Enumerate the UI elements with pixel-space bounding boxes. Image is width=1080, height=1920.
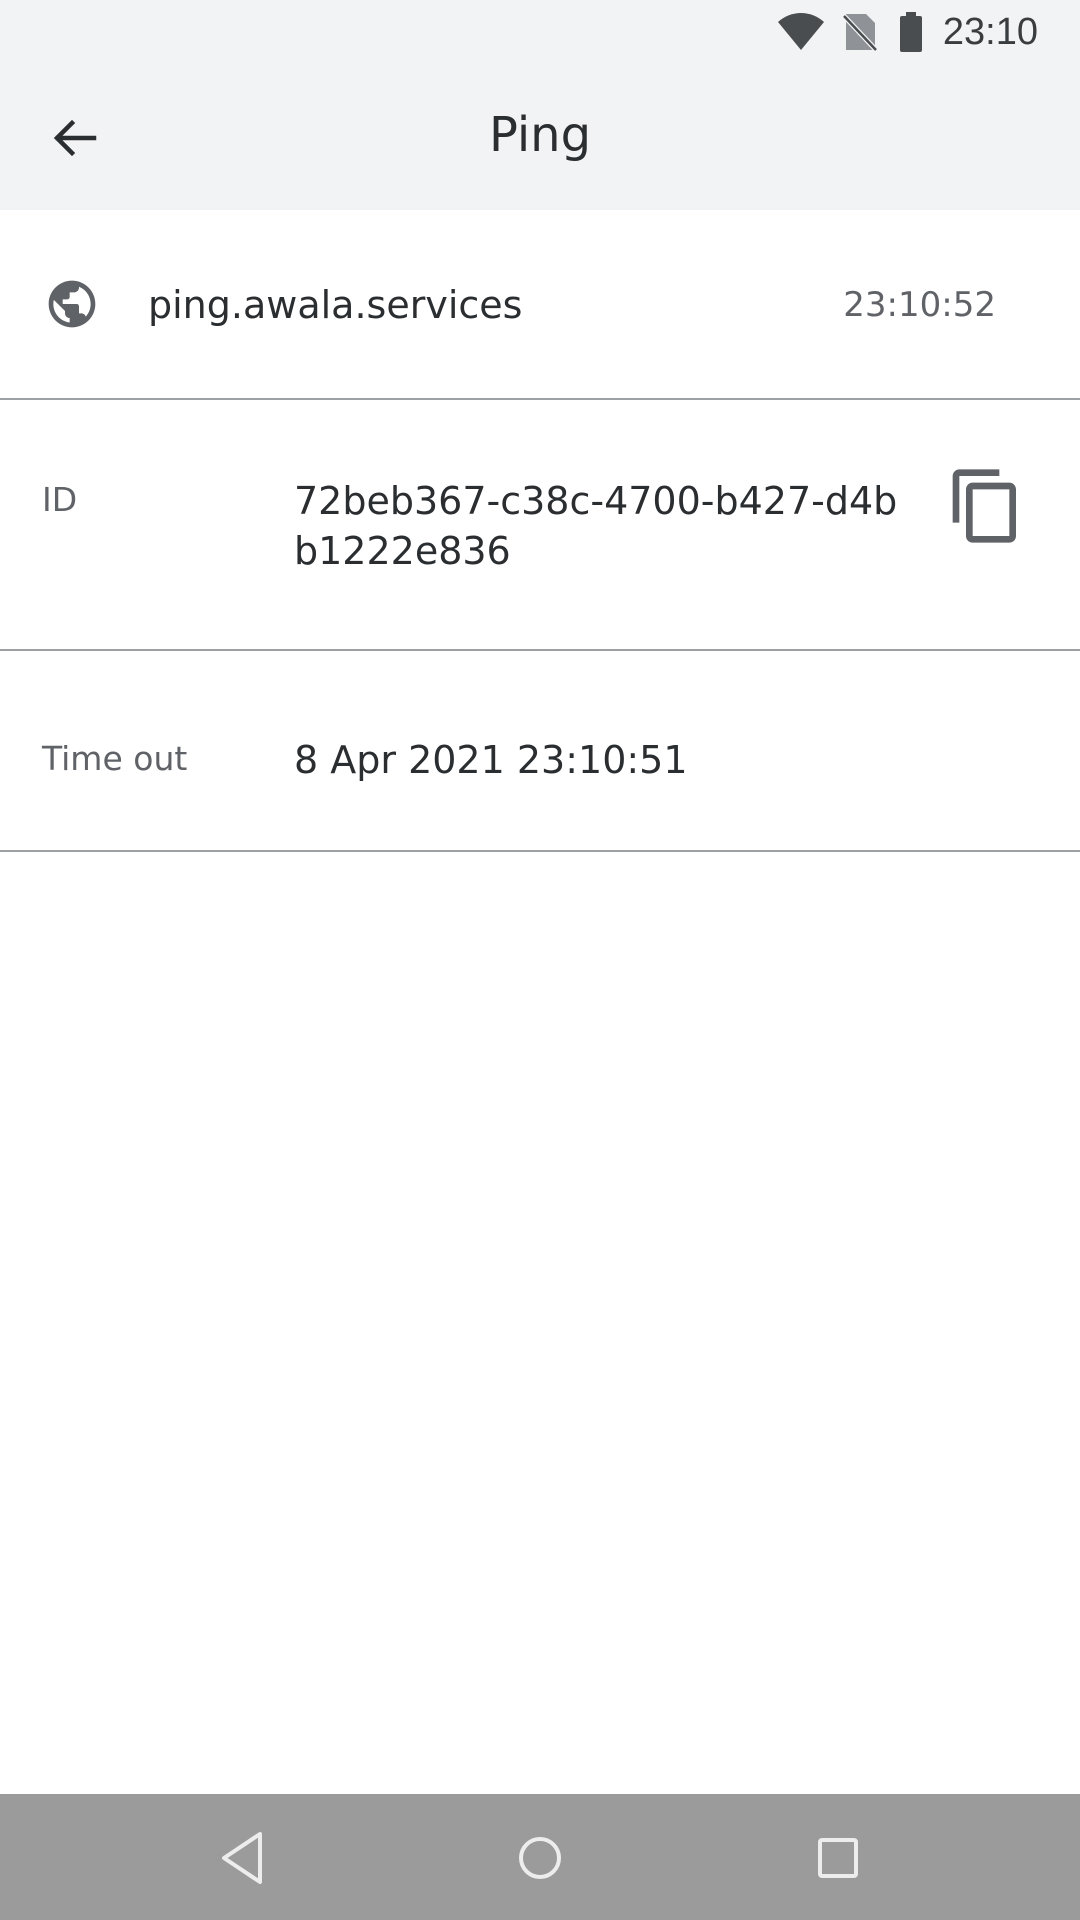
ping-summary-row: ping.awala.services 23:10:52 xyxy=(0,210,1080,400)
timeout-label: Time out xyxy=(42,739,188,778)
copy-icon[interactable] xyxy=(946,466,1026,546)
id-value: 72beb367-c38c-4700-b427-d4bb1222e836 xyxy=(294,479,898,573)
status-time: 23:10 xyxy=(942,11,1038,53)
nav-recents-icon[interactable] xyxy=(798,1820,878,1896)
wifi-icon xyxy=(778,13,824,50)
globe-icon xyxy=(48,280,96,328)
nav-home-icon[interactable] xyxy=(500,1820,580,1896)
system-nav-bar xyxy=(0,1794,1080,1920)
page-title: Ping xyxy=(488,107,592,163)
id-row: ID 72beb367-c38c-4700-b427-d4bb1222e836 xyxy=(0,400,1080,651)
battery-icon xyxy=(900,12,922,52)
nav-back-icon[interactable] xyxy=(202,1820,282,1896)
ping-host: ping.awala.services xyxy=(148,283,523,327)
ping-time: 23:10:52 xyxy=(843,285,996,325)
status-bar: 23:10 xyxy=(0,0,1080,64)
id-label: ID xyxy=(42,480,78,519)
app-bar: Ping xyxy=(0,64,1080,210)
no-sim-icon xyxy=(842,14,878,52)
timeout-value: 8 Apr 2021 23:10:51 xyxy=(294,738,688,782)
timeout-row: Time out 8 Apr 2021 23:10:51 xyxy=(0,651,1080,852)
